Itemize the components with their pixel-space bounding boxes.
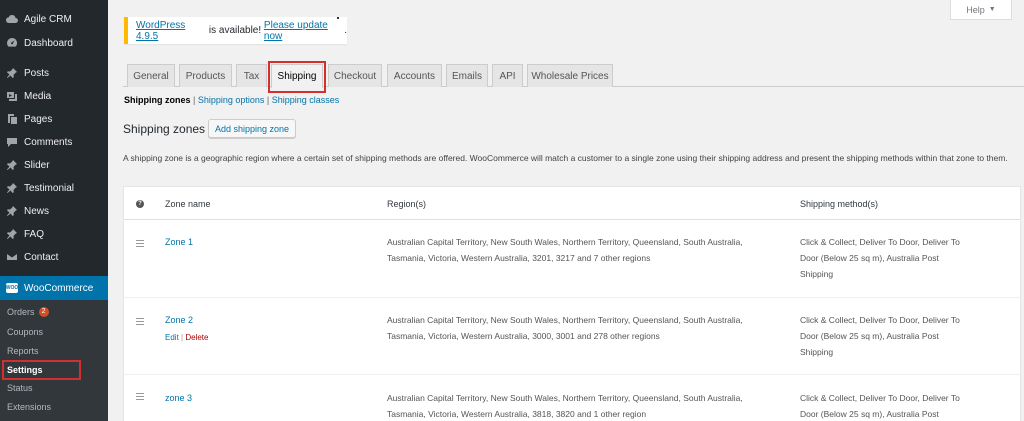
submenu-extensions[interactable]: Extensions [7, 400, 51, 414]
menu-label: Media [24, 90, 52, 102]
menu-label: Contact [24, 251, 59, 263]
subnav-separator: | [264, 95, 272, 105]
submenu-orders[interactable]: Orders 2 [7, 305, 49, 319]
zone-methods: Click & Collect, Deliver To Door, Delive… [800, 315, 960, 357]
drag-handle-icon[interactable] [136, 393, 144, 402]
help-icon: ? [136, 199, 144, 208]
table-header: ? Zone name Region(s) Shipping method(s) [124, 187, 1020, 220]
caret-down-icon: ▼ [988, 6, 996, 13]
tab-tax[interactable]: Tax [236, 64, 267, 87]
gauge-icon [6, 37, 18, 49]
notice-end: . [344, 25, 347, 36]
tab-checkout[interactable]: Checkout [328, 64, 382, 87]
drag-handle-icon[interactable] [136, 318, 144, 327]
menu-label: News [24, 205, 50, 217]
menu-item-testimonial[interactable]: Testimonial [0, 177, 108, 199]
notice-dismiss-dot[interactable] [337, 17, 339, 19]
subnav-shipping-options[interactable]: Shipping options [198, 95, 265, 105]
edit-link[interactable]: Edit [165, 333, 179, 342]
add-shipping-zone-button[interactable]: Add shipping zone [208, 119, 297, 138]
menu-item-dashboard[interactable]: Dashboard [0, 32, 108, 54]
menu-item-agile-crm[interactable]: Agile CRM [0, 8, 108, 30]
pin-icon [6, 182, 18, 194]
zone-regions: Australian Capital Territory, New South … [387, 237, 743, 263]
menu-item-woocommerce[interactable]: WOO WooCommerce [0, 276, 108, 300]
pin-icon [6, 205, 18, 217]
column-header-zone: Zone name [165, 198, 211, 209]
zone-regions: Australian Capital Territory, New South … [387, 393, 743, 419]
menu-label: Slider [24, 159, 50, 171]
menu-item-slider[interactable]: Slider [0, 154, 108, 176]
menu-item-news[interactable]: News [0, 200, 108, 222]
pin-icon [6, 67, 18, 79]
row-actions: Edit | Delete [165, 333, 208, 342]
help-button[interactable]: Help ▼ [950, 0, 1012, 20]
subnav-shipping-zones[interactable]: Shipping zones [124, 95, 191, 105]
menu-label: Comments [24, 136, 73, 148]
menu-label: FAQ [24, 228, 45, 240]
submenu-reports[interactable]: Reports [7, 344, 39, 358]
wordpress-version-link[interactable]: WordPress 4.9.5 [136, 20, 206, 42]
menu-label: Testimonial [24, 182, 75, 194]
page-icon [6, 113, 18, 125]
mail-icon [6, 251, 18, 263]
subnav-separator: | [190, 95, 198, 105]
tab-accounts[interactable]: Accounts [387, 64, 442, 87]
update-notice: WordPress 4.9.5 is available! Please upd… [124, 17, 347, 44]
drag-handle-icon[interactable] [136, 240, 144, 249]
table-row[interactable]: Zone 1 Australian Capital Territory, New… [124, 221, 1020, 298]
menu-item-faq[interactable]: FAQ [0, 223, 108, 245]
tab-products[interactable]: Products [179, 64, 232, 87]
woo-icon: WOO [5, 282, 19, 294]
zone-name-link[interactable]: zone 3 [165, 393, 192, 403]
tab-api[interactable]: API [492, 64, 523, 87]
table-row[interactable]: zone 3 Australian Capital Territory, New… [124, 375, 1020, 421]
admin-sidebar: Agile CRM Dashboard Posts Media Pages Co… [0, 0, 108, 421]
cloud-icon [6, 13, 18, 25]
column-header-method: Shipping method(s) [800, 198, 879, 209]
menu-label: Dashboard [24, 37, 73, 49]
tab-emails[interactable]: Emails [446, 64, 488, 87]
zone-methods: Click & Collect, Deliver To Door, Delive… [800, 237, 960, 279]
menu-item-comments[interactable]: Comments [0, 131, 108, 153]
submenu-coupons[interactable]: Coupons [7, 325, 43, 339]
subnav-shipping-classes[interactable]: Shipping classes [272, 95, 340, 105]
shipping-zones-table: ? Zone name Region(s) Shipping method(s)… [123, 186, 1021, 421]
menu-item-media[interactable]: Media [0, 85, 108, 107]
notice-text: is available! [206, 25, 264, 36]
zone-name-link[interactable]: Zone 1 [165, 237, 193, 247]
delete-link[interactable]: Delete [185, 333, 208, 342]
orders-count-badge: 2 [38, 307, 49, 317]
menu-label: WooCommerce [24, 282, 94, 294]
zone-methods: Click & Collect, Deliver To Door, Delive… [800, 393, 960, 419]
comment-icon [6, 136, 18, 148]
shipping-tab-highlight-box [268, 61, 326, 93]
shipping-subnav: Shipping zones | Shipping options | Ship… [124, 95, 339, 105]
table-row[interactable]: Zone 2 Edit | Delete Australian Capital … [124, 298, 1020, 375]
zone-regions: Australian Capital Territory, New South … [387, 315, 743, 341]
tab-wholesale-prices[interactable]: Wholesale Prices [527, 64, 613, 87]
zones-description: A shipping zone is a geographic region w… [123, 153, 1008, 163]
media-icon [6, 90, 18, 102]
tab-general[interactable]: General [127, 64, 175, 87]
menu-item-contact[interactable]: Contact [0, 246, 108, 268]
menu-label: Posts [24, 67, 50, 79]
submenu-status[interactable]: Status [7, 381, 33, 395]
menu-item-posts[interactable]: Posts [0, 62, 108, 84]
zone-name-link[interactable]: Zone 2 [165, 315, 193, 325]
page-title: Shipping zones [123, 122, 206, 136]
menu-item-pages[interactable]: Pages [0, 108, 108, 130]
settings-highlight-box [2, 360, 81, 380]
pin-icon [6, 228, 18, 240]
menu-label: Agile CRM [24, 13, 72, 25]
update-now-link[interactable]: Please update now [264, 20, 344, 42]
pin-icon [6, 159, 18, 171]
column-sort-help[interactable]: ? [136, 187, 144, 220]
menu-label: Pages [24, 113, 53, 125]
column-header-region: Region(s) [387, 198, 427, 209]
